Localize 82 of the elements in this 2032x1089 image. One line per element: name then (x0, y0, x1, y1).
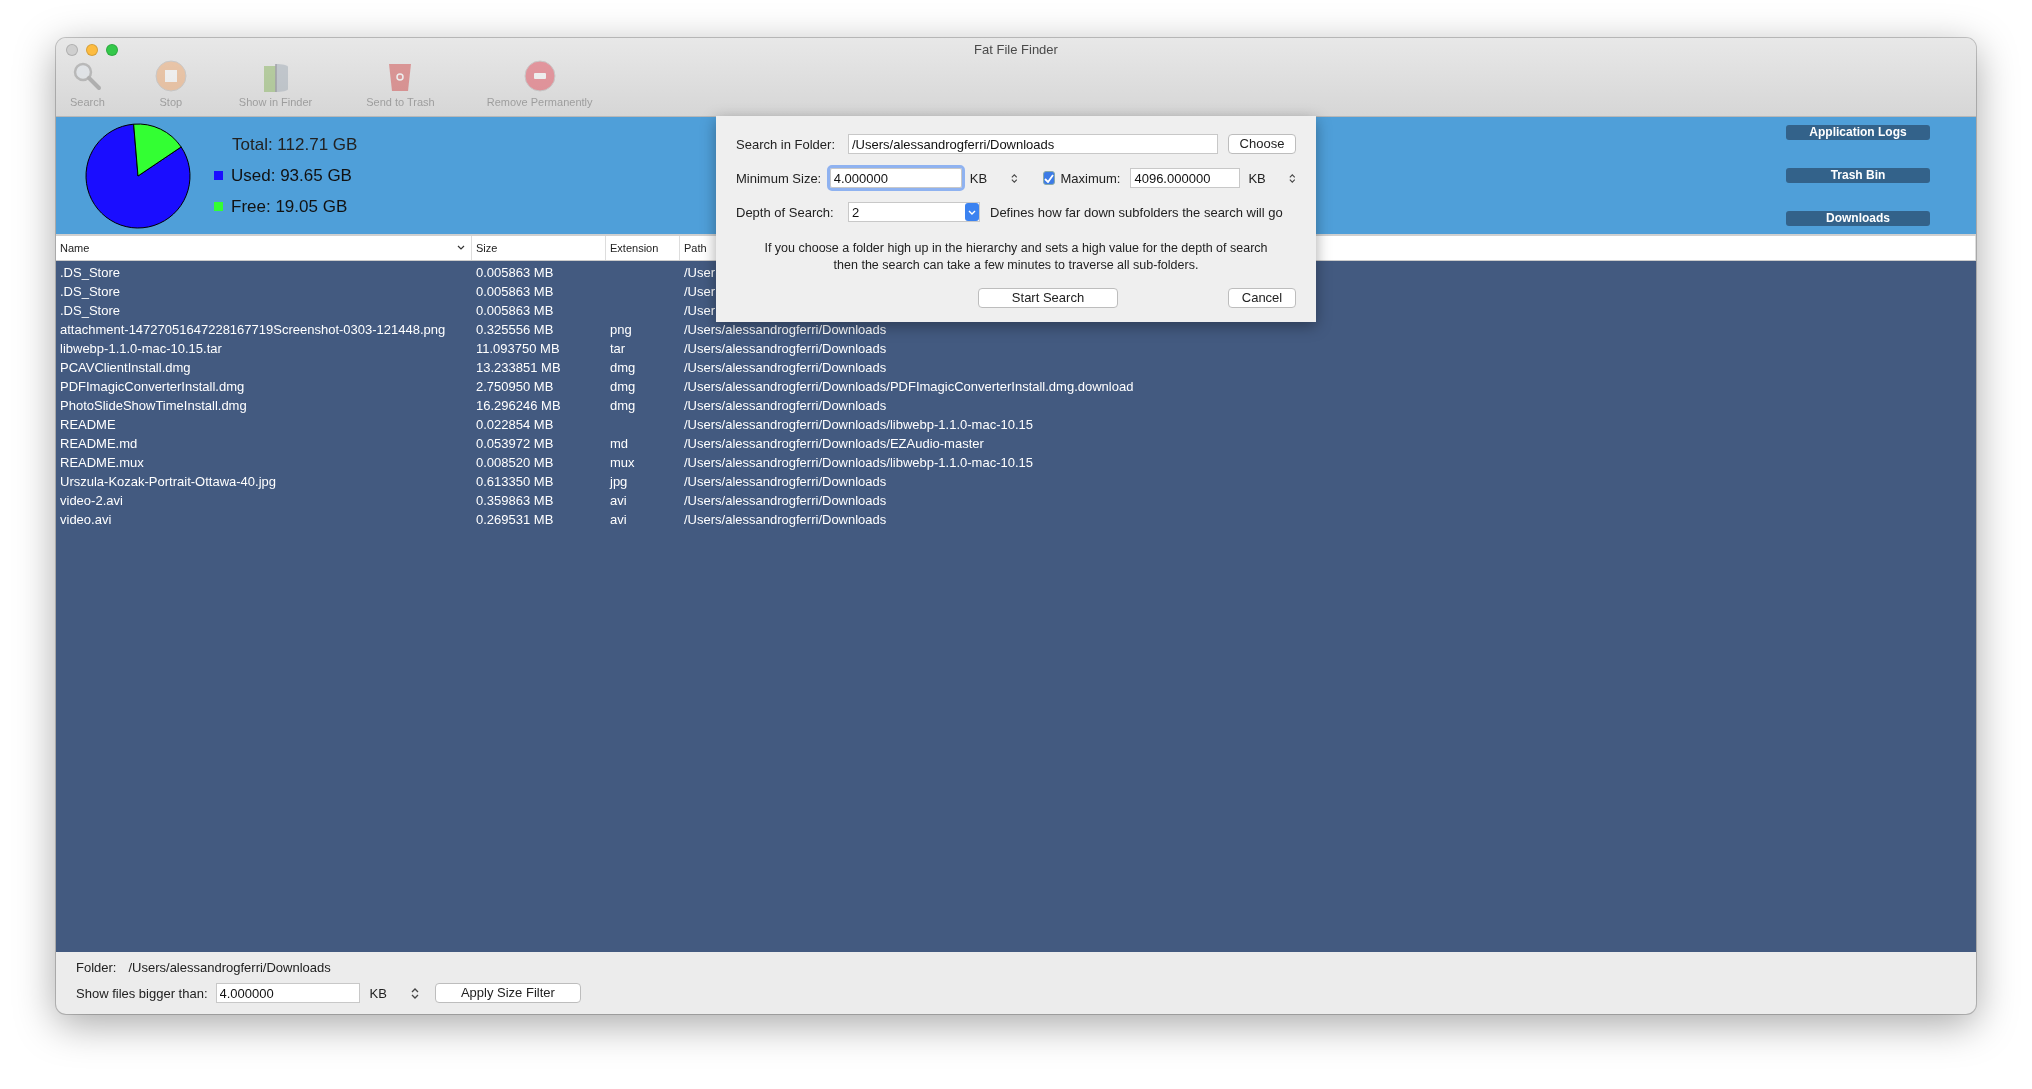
unit-label: KB (969, 170, 988, 186)
table-cell: /User (684, 265, 716, 280)
size-filter-field[interactable]: 4.000000 (215, 983, 360, 1003)
apply-filter-button[interactable]: Apply Size Filter (434, 983, 581, 1003)
table-cell: PhotoSlideShowTimeInstall.dmg (60, 398, 247, 413)
table-cell: /Users/alessandrogferri/Downloads (684, 493, 887, 508)
table-cell: .DS_Store (60, 265, 120, 280)
table-cell: 16.296246 MB (476, 398, 561, 413)
table-cell: README.mux (60, 455, 144, 470)
table-cell: /Users/alessandrogferri/Downloads/EZAudio-master (684, 436, 984, 451)
table-cell: 0.005863 MB (476, 303, 554, 318)
column-header[interactable]: Size (472, 236, 606, 260)
table-cell: 0.008520 MB (476, 455, 554, 470)
table-cell: /Users/alessandrogferri/Downloads (684, 474, 887, 489)
table-cell: /Users/alessandrogferri/Downloads (684, 341, 887, 356)
folder-field[interactable]: /Users/alessandrogferri/Downloads (848, 134, 1218, 154)
shortcut-button[interactable]: Application Logs (1786, 125, 1930, 140)
field-label: Minimum Size: (736, 170, 823, 186)
table-cell: video.avi (60, 512, 112, 527)
table-cell: /Users/alessandrogferri/Downloads (684, 398, 887, 413)
column-header[interactable]: Extension (606, 236, 680, 260)
table-cell: tar (610, 341, 626, 356)
table-cell: /Users/alessandrogferri/Downloads/libwebp-1.1.0-mac-10.15 (684, 417, 1033, 432)
table-cell: mux (610, 455, 635, 470)
legend-label: Free: 19.05 GB (231, 196, 348, 217)
shortcut-button[interactable]: Downloads (1786, 211, 1930, 226)
table-cell: 0.005863 MB (476, 284, 554, 299)
table-cell: dmg (610, 398, 636, 413)
table-cell: 0.269531 MB (476, 512, 554, 527)
choose-button[interactable]: Choose (1228, 134, 1296, 154)
table-cell: libwebp-1.1.0-mac-10.15.tar (60, 341, 222, 356)
table-cell: dmg (610, 360, 636, 375)
table-cell: README.md (60, 436, 138, 451)
table-cell: 0.359863 MB (476, 493, 554, 508)
table-cell: video-2.avi (60, 493, 123, 508)
field-label: Search in Folder: (736, 136, 836, 152)
table-cell: 0.053972 MB (476, 436, 554, 451)
table-cell: 11.093750 MB (476, 341, 560, 356)
table-cell: /Users/alessandrogferri/Downloads/libwebp-1.1.0-mac-10.15 (684, 455, 1033, 470)
table-cell: /Users/alessandrogferri/Downloads/PDFImagicConverterInstall.dmg.download (684, 379, 1134, 394)
table-cell: md (610, 436, 629, 451)
maximum-size-field[interactable]: 4096.000000 (1130, 168, 1241, 188)
table-cell: 0.005863 MB (476, 265, 554, 280)
table-cell: /User (684, 284, 716, 299)
table-cell: 0.613350 MB (476, 474, 554, 489)
shortcut-button[interactable]: Trash Bin (1786, 168, 1930, 183)
table-cell: 0.325556 MB (476, 322, 554, 337)
table-cell: .DS_Store (60, 303, 120, 318)
table-cell: 13.233851 MB (476, 360, 561, 375)
field-label: Maximum: (1060, 170, 1121, 186)
filter-label: Show files bigger than: (76, 985, 208, 1001)
table-cell: PCAVClientInstall.dmg (60, 360, 191, 375)
start-search-button[interactable]: Start Search (978, 288, 1118, 308)
table-cell: dmg (610, 379, 636, 394)
table-cell: avi (610, 512, 627, 527)
depth-help-text: Defines how far down subfolders the search will go (990, 204, 1283, 220)
depth-select[interactable]: 2 (848, 202, 980, 222)
legend-label: Used: 93.65 GB (231, 165, 352, 186)
unit-label: KB (1248, 170, 1266, 186)
table-cell: avi (610, 493, 627, 508)
table-cell: PDFImagicConverterInstall.dmg (60, 379, 245, 394)
table-cell: /Users/alessandrogferri/Downloads (684, 512, 887, 527)
unit-label: KB (369, 985, 387, 1001)
folder-label: Folder: (76, 960, 117, 975)
minimum-size-field[interactable]: 4.000000 (829, 168, 962, 188)
column-header[interactable]: Name (56, 236, 472, 260)
cancel-button[interactable]: Cancel (1228, 288, 1296, 308)
table-cell: attachment-14727051647228167719Screenshot-0303-121448.png (60, 322, 446, 337)
table-cell: /Users/alessandrogferri/Downloads (684, 322, 887, 337)
table-cell: png (610, 322, 632, 337)
table-cell: /User (684, 303, 716, 318)
table-cell: Urszula-Kozak-Portrait-Ottawa-40.jpg (60, 474, 277, 489)
table-cell: README (60, 417, 116, 432)
window-title: Fat File Finder (974, 41, 1058, 57)
table-cell: 2.750950 MB (476, 379, 554, 394)
table-cell: .DS_Store (60, 284, 120, 299)
table-cell: /Users/alessandrogferri/Downloads (684, 360, 887, 375)
folder-path: /Users/alessandrogferri/Downloads (128, 960, 331, 975)
table-cell: jpg (610, 474, 628, 489)
field-label: Depth of Search: (736, 204, 835, 220)
table-cell: 0.022854 MB (476, 417, 554, 432)
total-label: Total: 112.71 GB (232, 134, 358, 155)
